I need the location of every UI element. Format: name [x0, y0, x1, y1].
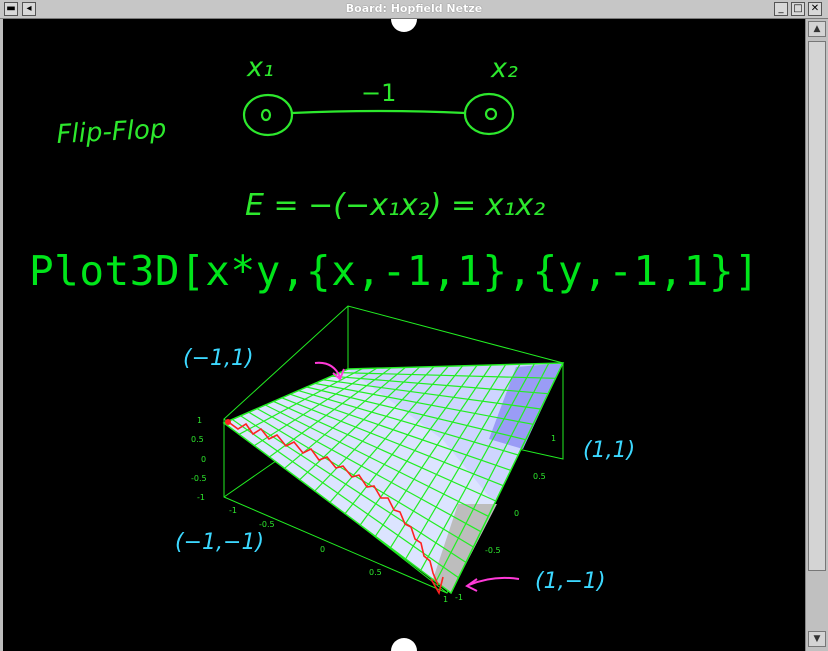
z-tick: 0 [201, 455, 206, 464]
minimize-icon[interactable]: _ [774, 2, 788, 16]
flip-flop-label: Flip-Flop [56, 114, 167, 150]
z-tick: 1 [197, 416, 202, 425]
close-icon[interactable]: ✕ [808, 2, 822, 16]
edge-weight-label: −1 [361, 79, 396, 107]
plot-command-text: Plot3D[x*y,{x,-1,1},{y,-1,1}] [29, 247, 760, 295]
corner-label-bottom-right: (1,−1) [535, 569, 606, 594]
z-tick: -0.5 [191, 474, 207, 483]
z-tick: -1 [197, 493, 205, 502]
node-x1-state [260, 108, 272, 122]
x-tick: 0 [320, 545, 325, 554]
node-label-x2: x₂ [490, 53, 518, 84]
edge-connection [291, 109, 466, 115]
x-tick: -1 [229, 506, 237, 515]
board-drawing: x₁ x₂ −1 Flip-Flop E = −(−x₁x₂) = x₁x₂ 1… [56, 19, 635, 651]
page-hole-bottom [391, 638, 417, 651]
scroll-up-icon[interactable]: ▲ [808, 21, 826, 37]
x-tick: -0.5 [259, 520, 275, 529]
window-title: Board: Hopfield Netze [345, 2, 483, 15]
page-hole-top [391, 19, 417, 32]
arrow-bottom-head [465, 578, 478, 592]
corner-label-bottom-left: (−1,−1) [175, 530, 264, 555]
node-x1 [242, 93, 294, 137]
y-tick: 0 [514, 509, 519, 518]
maximize-icon[interactable]: □ [791, 2, 805, 16]
energy-formula: E = −(−x₁x₂) = x₁x₂ [245, 188, 545, 223]
y-tick: 0.5 [533, 472, 546, 481]
node-x2-state [484, 107, 498, 121]
surface-plot [222, 362, 565, 595]
whiteboard-canvas[interactable]: x₁ x₂ −1 Flip-Flop E = −(−x₁x₂) = x₁x₂ 1… [3, 19, 805, 651]
descent-start [225, 419, 231, 425]
z-tick: 0.5 [191, 435, 204, 444]
scroll-down-icon[interactable]: ▼ [808, 631, 826, 647]
x-tick: 1 [443, 595, 448, 604]
corner-label-right: (1,1) [583, 438, 635, 463]
node-x2 [463, 92, 515, 136]
title-bar: ▬ ◂ Board: Hopfield Netze _ □ ✕ [0, 0, 828, 19]
node-label-x1: x₁ [246, 52, 274, 83]
y-tick: -0.5 [485, 546, 501, 555]
vertical-scrollbar[interactable]: ▲ ▼ [805, 19, 828, 651]
x-tick: 0.5 [369, 568, 382, 577]
y-tick: -1 [455, 593, 463, 602]
y-tick: 1 [551, 434, 556, 443]
scroll-thumb[interactable] [808, 41, 826, 571]
corner-label-top-left: (−1,1) [183, 346, 254, 371]
